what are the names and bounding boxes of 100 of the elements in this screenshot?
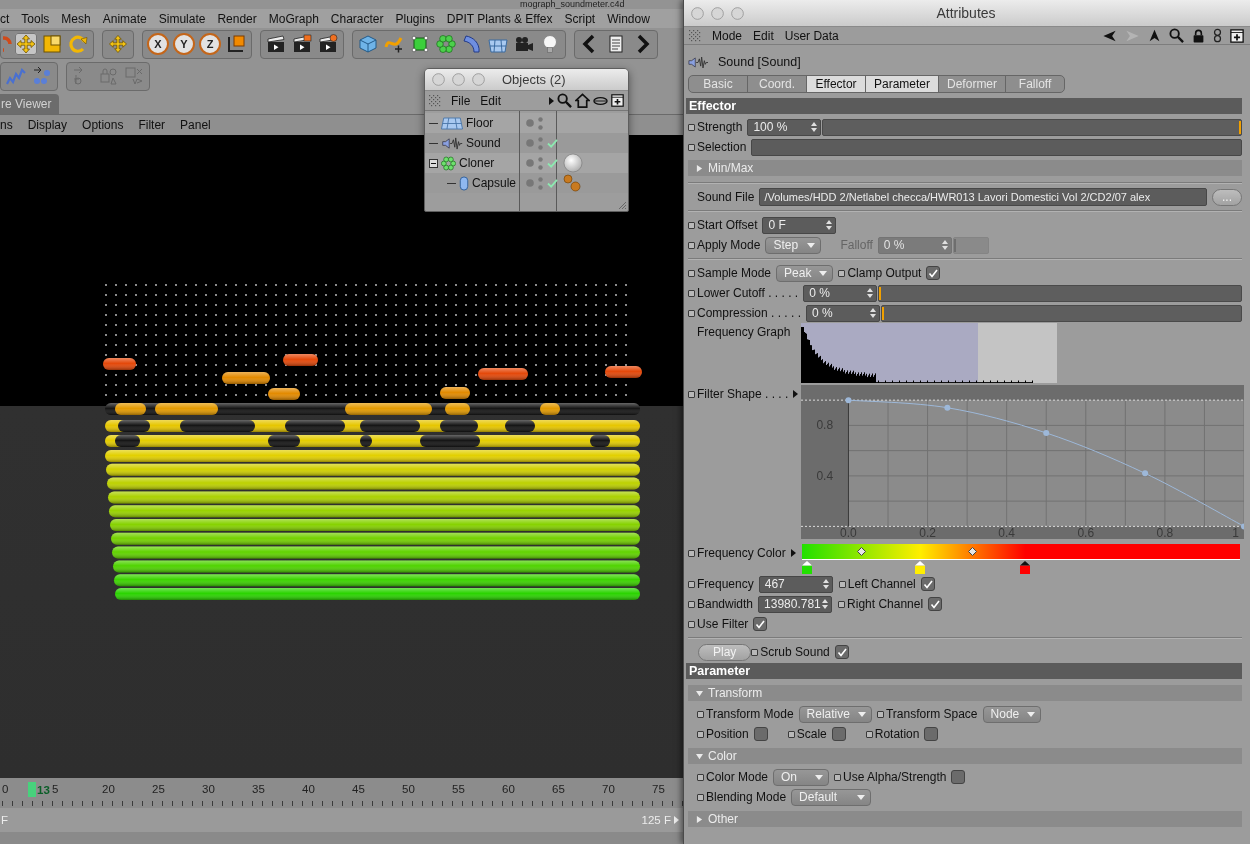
arrow-up-icon[interactable] xyxy=(1148,28,1161,43)
axis-toggle-button[interactable]: Y xyxy=(173,33,195,55)
number-field[interactable]: 0 % xyxy=(803,284,878,302)
cube-icon[interactable] xyxy=(357,33,379,55)
menu-item[interactable]: Plugins xyxy=(395,11,435,26)
tree-row[interactable]: Cloner xyxy=(425,153,628,173)
keyframe-icon[interactable] xyxy=(688,289,695,297)
menu-item[interactable]: Edit xyxy=(753,28,774,43)
menu-item[interactable]: Options xyxy=(82,118,124,132)
square-points-icon[interactable] xyxy=(409,33,431,55)
curve-point[interactable] xyxy=(1241,523,1244,530)
tree-row[interactable]: Floor xyxy=(425,113,628,133)
check-icon[interactable] xyxy=(547,158,558,168)
checkbox[interactable] xyxy=(920,577,935,591)
menu-item[interactable]: Edit xyxy=(480,93,502,108)
keyframe-icon[interactable] xyxy=(838,580,846,588)
dot-icon[interactable] xyxy=(526,179,534,187)
keyframe-icon[interactable] xyxy=(688,620,695,628)
tree-row[interactable]: Capsule xyxy=(425,173,628,193)
plus-box-icon[interactable] xyxy=(1230,28,1244,43)
tree-row[interactable]: Sound xyxy=(425,133,628,153)
checkbox[interactable] xyxy=(753,727,768,741)
spinner-arrows-icon[interactable] xyxy=(826,220,833,230)
resize-grip-icon[interactable] xyxy=(617,200,627,210)
arrow-left-icon[interactable] xyxy=(1102,28,1117,43)
keyframe-icon[interactable] xyxy=(688,549,695,557)
collapse-icon[interactable] xyxy=(429,158,438,168)
grip-icon[interactable] xyxy=(429,94,441,107)
keyframe-icon[interactable] xyxy=(838,600,846,608)
keyframe-icon[interactable] xyxy=(688,241,695,249)
spinner-arrows-icon[interactable] xyxy=(822,579,829,589)
menu-item[interactable]: Tools xyxy=(21,11,50,26)
menu-item[interactable]: User Data xyxy=(784,28,839,43)
menu-item[interactable]: Mode xyxy=(712,28,743,43)
menu-item[interactable]: Window xyxy=(607,11,650,26)
menu-item[interactable]: Script xyxy=(564,11,596,26)
menu-item[interactable]: DPIT Plants & Effex xyxy=(446,11,553,26)
object-name[interactable]: Sound xyxy=(466,136,501,150)
menu-item[interactable]: Animate xyxy=(102,11,147,26)
viewer-tab[interactable]: re Viewer xyxy=(0,94,60,114)
slider-thumb[interactable] xyxy=(882,306,885,320)
search-icon[interactable] xyxy=(557,93,572,108)
number-field[interactable]: 0 F xyxy=(762,216,837,234)
menu-item[interactable]: Mesh xyxy=(61,11,91,26)
check-icon[interactable] xyxy=(547,138,558,148)
keyframe-icon[interactable] xyxy=(688,123,695,131)
timeline-ruler[interactable]: 0 13 5 20 25 30 35 40 45 50 55 60 65 70 75 xyxy=(0,778,683,808)
caret-down-icon[interactable] xyxy=(857,711,866,717)
gradient-bar[interactable] xyxy=(802,544,1240,560)
bent-bar-icon[interactable] xyxy=(461,33,483,55)
object-name[interactable]: Floor xyxy=(466,116,494,130)
scale-square-icon[interactable] xyxy=(41,33,63,55)
number-field[interactable]: 13980.781 xyxy=(758,595,833,613)
keyframe-icon[interactable] xyxy=(688,269,695,277)
checkbox[interactable] xyxy=(924,727,939,741)
checkbox[interactable] xyxy=(928,597,943,611)
spinner-arrows-icon[interactable] xyxy=(867,288,874,298)
curve-point[interactable] xyxy=(845,397,852,404)
spinner-arrows-icon[interactable] xyxy=(822,599,829,609)
checkbox[interactable] xyxy=(834,645,849,659)
gradient-midpoint-icon[interactable] xyxy=(968,547,978,556)
spinner-arrows-icon[interactable] xyxy=(811,122,818,132)
two-dots-icon[interactable] xyxy=(538,116,543,130)
grip-icon[interactable] xyxy=(689,29,701,42)
search-icon[interactable] xyxy=(1169,28,1184,43)
tab[interactable]: Parameter xyxy=(865,75,940,93)
keyframe-icon[interactable] xyxy=(688,309,695,317)
number-field[interactable]: 0 % xyxy=(806,304,881,322)
object-name[interactable]: Cloner xyxy=(459,156,495,170)
keyframe-icon[interactable] xyxy=(688,600,695,608)
menu-item[interactable]: Filter xyxy=(138,118,166,132)
checkbox[interactable] xyxy=(926,266,941,280)
keyframe-icon[interactable] xyxy=(751,648,759,656)
clapperboard-icon[interactable] xyxy=(265,33,287,55)
dot-icon[interactable] xyxy=(526,119,534,127)
dot-icon[interactable] xyxy=(526,139,534,147)
keyframe-icon[interactable] xyxy=(688,221,695,229)
checkbox[interactable] xyxy=(753,617,768,631)
object-name[interactable]: Capsule xyxy=(472,176,517,190)
keyframe-icon[interactable] xyxy=(697,793,704,801)
axis-toggle-button[interactable]: Z xyxy=(199,33,221,55)
spinner-arrows-icon[interactable] xyxy=(870,308,877,318)
check-icon[interactable] xyxy=(547,178,558,188)
two-dots-icon[interactable] xyxy=(538,136,543,150)
triangle-right-icon[interactable] xyxy=(790,549,796,557)
menu-item[interactable]: Render xyxy=(217,11,257,26)
keyframe-icon[interactable] xyxy=(787,730,795,738)
slider-thumb[interactable] xyxy=(879,286,882,300)
gradient-midpoint-icon[interactable] xyxy=(856,547,866,556)
number-field[interactable]: 467 xyxy=(758,575,833,593)
number-field[interactable]: 100 % xyxy=(747,118,822,136)
gradient-knot-icon[interactable] xyxy=(1020,561,1031,574)
keyframe-icon[interactable] xyxy=(688,143,695,151)
menu-item[interactable]: ct xyxy=(0,11,10,26)
keyframe-icon[interactable] xyxy=(688,580,695,588)
menu-item[interactable]: File xyxy=(451,93,471,108)
plus-box-icon[interactable] xyxy=(611,94,624,107)
tab[interactable]: Effector xyxy=(806,75,866,93)
checkbox[interactable] xyxy=(951,770,966,784)
keyframe-icon[interactable] xyxy=(838,269,846,277)
